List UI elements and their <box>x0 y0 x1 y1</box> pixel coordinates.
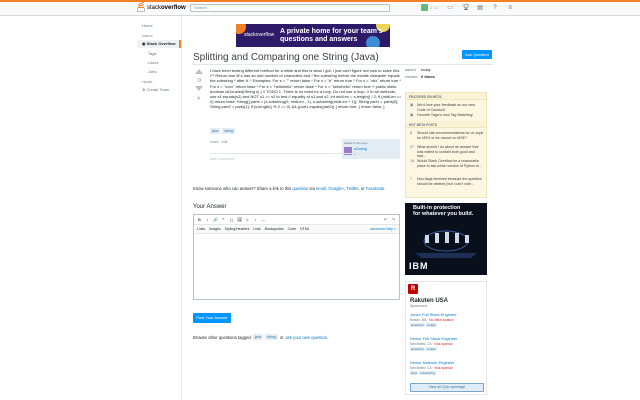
user-card[interactable]: 1 • 1 <box>421 4 438 11</box>
downvote-icon[interactable] <box>195 86 203 91</box>
nav-jobs[interactable]: Jobs <box>148 69 156 74</box>
featured-on-meta-heading: FEATURED ON META <box>406 93 486 100</box>
nav-users[interactable]: Users <box>148 60 158 65</box>
jobs-widget: R Rakuten USA Sponsored Junior Full Stac… <box>405 281 487 395</box>
share-link[interactable]: share <box>210 140 219 144</box>
tab-lists[interactable]: Lists <box>253 227 260 231</box>
avatar[interactable] <box>421 4 428 11</box>
vote-count: 0 <box>198 78 201 84</box>
ask-question-button[interactable]: Ask Question <box>462 50 492 59</box>
inbox-icon[interactable]: ▭ <box>447 5 453 11</box>
ad-logo: stackoverflow <box>244 32 275 38</box>
achievements-icon[interactable]: 🏆︎ <box>462 5 470 11</box>
share-question-link[interactable]: question <box>292 186 308 191</box>
share-prompt: Know someone who can answer? Share a lin… <box>193 186 386 191</box>
image-icon[interactable]: 🖼 <box>237 217 242 222</box>
site-switcher-icon[interactable]: ≡ <box>507 5 513 11</box>
blog-icon: ▣ <box>410 103 414 107</box>
nav-stackoverflow[interactable]: ◉ Stack Overflow <box>137 40 181 48</box>
code-icon[interactable]: {} <box>229 217 234 222</box>
tab-html[interactable]: HTML <box>300 227 310 231</box>
logo-text: stackoverflow <box>147 4 186 11</box>
editor-toolbar: B I 🔗 ❝ {} 🖼 1. • — ↶ ↷ <box>194 215 399 225</box>
tag-java[interactable]: java <box>252 334 264 340</box>
job-listing[interactable]: Senior Full Stack Engineer San Mateo, CA… <box>410 336 484 351</box>
nav-tags[interactable]: Tags <box>148 51 156 56</box>
meta-item[interactable]: ▣ Favorite Tags is now Tag Watching! <box>410 113 484 118</box>
tab-images[interactable]: Images <box>209 227 220 231</box>
browse-other-questions: Browse other questions tagged java strin… <box>193 334 329 340</box>
tab-code[interactable]: Code <box>288 227 296 231</box>
ask-own-question-link[interactable]: ask your own question. <box>285 335 328 340</box>
meta-item[interactable]: 8 Should site-recommendations be on-topic… <box>410 131 484 140</box>
meta-item[interactable]: 27 What should I do about an answer that … <box>410 145 484 159</box>
company-sponsored-label: Sponsored <box>410 304 427 308</box>
banner-ad[interactable]: stackoverflow A private home for your te… <box>236 24 390 47</box>
hot-meta-posts-heading: HOT META POSTS <box>406 121 486 128</box>
job-listing[interactable]: Junior Full Stack Engineer Boston, MA · … <box>410 312 484 327</box>
sidebar-ad[interactable]: Built-in protection for whatever you buil… <box>405 203 487 275</box>
rule-icon[interactable]: — <box>261 217 266 222</box>
add-comment-link[interactable]: add a comment <box>210 157 234 161</box>
your-answer-heading: Your Answer <box>193 204 227 210</box>
owner-name[interactable]: xCoding <box>354 147 367 151</box>
editor-help-tabs: Links Images Styling/Headers Lists Block… <box>194 225 399 234</box>
job-listing[interactable]: Senior Network Engineer San Mateo, CA · … <box>410 360 484 375</box>
reputation: 1 • 1 <box>430 5 439 10</box>
nav-section-teams: TEAMS <box>142 80 153 84</box>
answer-editor[interactable]: B I 🔗 ❝ {} 🖼 1. • — ↶ ↷ Links Images Sty… <box>193 214 400 300</box>
tab-styling[interactable]: Styling/Headers <box>225 227 250 231</box>
quote-icon[interactable]: ❝ <box>221 217 226 222</box>
question-body: I have been testing different method for… <box>210 68 402 110</box>
share-google-link[interactable]: Google+ <box>328 186 344 191</box>
comment-divider <box>210 153 400 154</box>
tag-string[interactable]: string <box>265 334 278 340</box>
nav-home[interactable]: Home <box>142 23 153 28</box>
share-email-link[interactable]: email <box>316 186 326 191</box>
title-divider <box>193 64 493 65</box>
tab-blockquotes[interactable]: Blockquotes <box>265 227 284 231</box>
bold-icon[interactable]: B <box>197 217 202 222</box>
share-twitter-link[interactable]: Twitter <box>347 186 359 191</box>
undo-icon[interactable]: ↶ <box>383 217 388 222</box>
advanced-help-link[interactable]: advanced help » <box>370 227 396 231</box>
tag-string[interactable]: string <box>222 128 235 134</box>
stackoverflow-logo-icon <box>137 1 146 12</box>
asked-time: asked 5 mins ago <box>344 141 368 145</box>
share-facebook-link[interactable]: Facebook <box>366 186 384 191</box>
favorite-star-icon[interactable]: ★ <box>196 95 201 102</box>
question-meta: asked today viewed 6 times <box>405 67 435 79</box>
help-icon[interactable]: ? <box>492 5 498 11</box>
nav-create-team[interactable]: ⊕ Create Team <box>142 87 169 92</box>
link-icon[interactable]: 🔗 <box>213 217 218 222</box>
top-bar-icons: 1 • 1 ▭ 🏆︎ ▤ ? ≡ <box>421 4 513 11</box>
ordered-list-icon[interactable]: 1. <box>245 217 250 222</box>
question-tags: java string <box>210 128 235 134</box>
search-input[interactable]: Search... <box>190 4 390 12</box>
page-title[interactable]: Splitting and Comparing one String (Java… <box>193 52 379 63</box>
post-answer-button[interactable]: Post Your Answer <box>193 313 231 323</box>
nav-section-public: PUBLIC <box>142 34 153 38</box>
meta-item[interactable]: 7 Non-flags declined because the question… <box>410 177 484 186</box>
review-icon[interactable]: ▤ <box>477 5 483 11</box>
owner-card: asked 5 mins ago xCoding 1 <box>342 139 400 159</box>
bullet-list-icon[interactable]: • <box>253 217 258 222</box>
company-logo[interactable]: R <box>408 284 418 294</box>
tab-links[interactable]: Links <box>197 227 205 231</box>
blog-icon: ▣ <box>410 113 414 117</box>
view-all-jobs-button[interactable]: View all 3 job openings! <box>410 383 484 392</box>
site-logo[interactable]: stackoverflow <box>137 1 186 12</box>
meta-item[interactable]: ▣ We'd love your feedback on our new Code… <box>410 103 484 112</box>
redo-icon[interactable]: ↷ <box>391 217 396 222</box>
edit-link[interactable]: edit <box>222 140 228 144</box>
upvote-icon[interactable] <box>195 69 203 74</box>
sidebar-divider <box>181 16 182 400</box>
ad-headline: A private home for your team's questions … <box>280 28 383 43</box>
post-actions: share edit <box>210 140 227 144</box>
featured-meta-box: FEATURED ON META ▣ We'd love your feedbac… <box>405 92 487 198</box>
ibm-logo: IBM <box>409 261 429 271</box>
meta-item[interactable]: 18 Would Stack Overflow be a reasonable p… <box>410 159 484 168</box>
italic-icon[interactable]: I <box>205 217 210 222</box>
tag-java[interactable]: java <box>210 128 221 134</box>
